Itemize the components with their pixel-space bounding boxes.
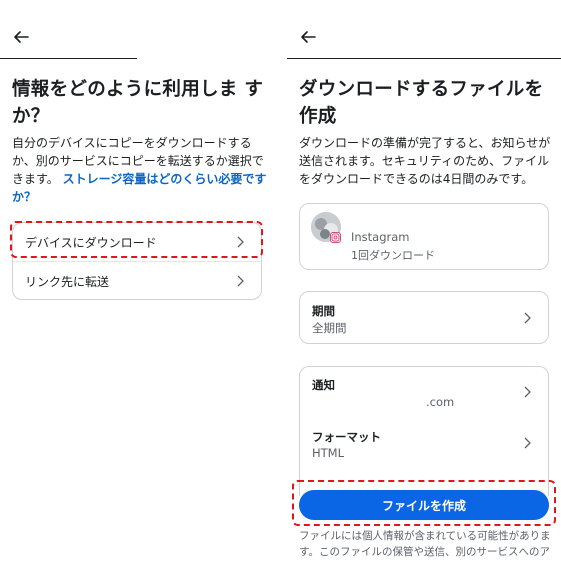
format-label: フォーマット <box>312 430 381 444</box>
option-download-device[interactable]: デバイスにダウンロード <box>13 223 261 261</box>
desc-line-2: 送信されます。セキュリティのため、ファイル <box>299 154 550 168</box>
option-transfer-label: リンク先に転送 <box>25 275 110 289</box>
page-description: 自分のデバイスにコピーをダウンロードする か、別のサービスにコピーを転送するか選… <box>12 134 274 206</box>
create-file-button[interactable]: ファイルを作成 <box>299 490 549 520</box>
desc-line-3: きます。 ストレージ容量はどのくらい必要です <box>12 170 274 188</box>
chevron-right-icon <box>524 386 531 398</box>
storage-help-link[interactable]: ストレージ容量はどのくらい必要です <box>63 172 267 186</box>
instagram-icon <box>330 232 341 243</box>
period-label: 期間 <box>312 304 335 318</box>
option-transfer-link[interactable]: リンク先に転送 <box>13 262 261 300</box>
chevron-right-icon <box>524 437 531 449</box>
title-line-2: 作成 <box>299 106 337 127</box>
footnote-line-1: ファイルには個人情報が含まれている可能性がありま <box>299 530 551 542</box>
desc-line-3: をダウンロードできるのは4日間のみです。 <box>299 172 534 186</box>
option-download-label: デバイスにダウンロード <box>25 236 157 250</box>
notify-row[interactable]: 通知 .com <box>300 367 548 419</box>
left-screen: 情報をどのように利用しま す か？ 自分のデバイスにコピーをダウンロードする か… <box>0 0 275 562</box>
footnote-line-2: す。このファイルの保管や送信、別のサービスへのア <box>299 546 550 558</box>
back-arrow-icon[interactable] <box>299 28 317 46</box>
format-value: HTML <box>312 446 345 460</box>
header-divider <box>0 58 137 59</box>
storage-help-link-cont[interactable]: か？ <box>12 190 36 204</box>
notify-value: .com <box>426 395 455 409</box>
account-name: Instagram <box>351 230 410 244</box>
chevron-right-icon <box>237 236 244 248</box>
period-card[interactable]: 期間 全期間 <box>299 291 549 344</box>
period-value: 全期間 <box>312 321 347 335</box>
header-divider <box>287 58 561 59</box>
settings-card: 通知 .com フォーマット HTML <box>299 366 549 496</box>
account-download-count: 1回ダウンロード <box>351 249 435 262</box>
format-row[interactable]: フォーマット HTML <box>300 421 548 473</box>
page-description: ダウンロードの準備が完了すると、お知らせが 送信されます。セキュリティのため、フ… <box>299 134 561 188</box>
desc-line-1: ダウンロードの準備が完了すると、お知らせが <box>299 136 551 150</box>
chevron-right-icon <box>237 275 244 287</box>
page-title: ダウンロードするファイルを 作成 <box>299 76 561 130</box>
back-arrow-icon[interactable] <box>12 28 30 46</box>
title-line-2: か？ <box>12 106 50 127</box>
desc-line-3-text: きます。 <box>12 172 59 186</box>
chevron-right-icon <box>524 312 531 324</box>
notify-label: 通知 <box>312 378 335 392</box>
destination-options: デバイスにダウンロード リンク先に転送 <box>12 222 262 300</box>
desc-line-1: 自分のデバイスにコピーをダウンロードする <box>12 136 252 150</box>
page-title: 情報をどのように利用しま す か？ <box>12 76 272 130</box>
title-line-1: 情報をどのように利用しま す <box>12 79 264 100</box>
title-line-1: ダウンロードするファイルを <box>299 79 544 100</box>
desc-line-2: か、別のサービスにコピーを転送するか選択で <box>12 154 264 168</box>
privacy-footnote: ファイルには個人情報が含まれている可能性がありま す。このファイルの保管や送信、… <box>299 528 555 560</box>
